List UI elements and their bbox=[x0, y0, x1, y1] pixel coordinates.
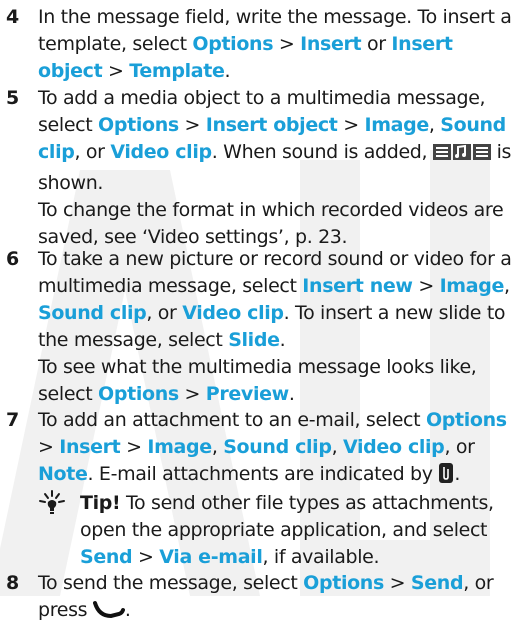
text-run: > bbox=[412, 275, 440, 297]
menu-command: Video clip bbox=[110, 141, 212, 163]
text-run: , or bbox=[146, 302, 183, 324]
step-text: To take a new picture or record sound or… bbox=[38, 246, 514, 408]
text-run: , or bbox=[444, 436, 475, 458]
text-run: To send other file types as attachments,… bbox=[80, 492, 494, 541]
menu-command: Image bbox=[364, 114, 429, 136]
step-number: 6 bbox=[6, 248, 19, 270]
menu-command: Options bbox=[303, 572, 384, 594]
step-number: 7 bbox=[6, 409, 19, 431]
menu-command: Video clip bbox=[182, 302, 284, 324]
menu-command: Template bbox=[129, 60, 225, 82]
text-run: > bbox=[178, 383, 206, 405]
menu-command: Insert new bbox=[302, 275, 413, 297]
tip-icon bbox=[39, 490, 65, 514]
menu-command: Options bbox=[425, 409, 507, 431]
call-key-icon bbox=[92, 600, 125, 628]
menu-command: Options bbox=[98, 114, 179, 136]
menu-command: Insert bbox=[59, 436, 121, 458]
text-run: > bbox=[383, 572, 411, 594]
menu-command: Preview bbox=[205, 383, 289, 405]
text-run: To send the message, select bbox=[38, 572, 304, 594]
menu-command: Insert object bbox=[205, 114, 338, 136]
menu-command: Slide bbox=[228, 329, 280, 351]
step-text: To add an attachment to an e-mail, selec… bbox=[38, 407, 514, 492]
text-run: , or bbox=[74, 141, 111, 163]
menu-command: Sound clip bbox=[223, 436, 332, 458]
text-run: . When sound is added, bbox=[211, 141, 433, 163]
step-text: To add a media object to a multimedia me… bbox=[38, 85, 514, 251]
step-number: 5 bbox=[6, 87, 19, 109]
attachment-icon bbox=[438, 462, 454, 492]
text-run: , if available. bbox=[262, 546, 380, 568]
text-run: > bbox=[38, 436, 60, 458]
menu-command: Image bbox=[147, 436, 212, 458]
menu-command: Options bbox=[192, 33, 274, 55]
text-run: To add an attachment to an e-mail, selec… bbox=[38, 409, 426, 431]
tip-label: Tip! bbox=[80, 492, 121, 514]
text-run: . bbox=[279, 329, 286, 351]
sound-clip-icon bbox=[432, 142, 491, 170]
text-run: . bbox=[454, 463, 461, 485]
text-run: . bbox=[288, 383, 295, 405]
menu-command: Video clip bbox=[343, 436, 445, 458]
menu-command: Note bbox=[38, 463, 88, 485]
menu-command: Via e-mail bbox=[159, 546, 263, 568]
text-run: or bbox=[361, 33, 392, 55]
text-run: , bbox=[331, 436, 343, 458]
text-run: , bbox=[428, 114, 441, 136]
text-run: , bbox=[504, 275, 510, 297]
text-run: To change the format in which recorded v… bbox=[38, 199, 504, 248]
step-number: 4 bbox=[6, 6, 19, 28]
step-text: In the message field, write the message.… bbox=[38, 4, 514, 85]
step-number: 8 bbox=[6, 572, 19, 594]
menu-command: Options bbox=[98, 383, 179, 405]
text-run: > bbox=[132, 546, 160, 568]
text-run: . E-mail attachments are indicated by bbox=[87, 463, 439, 485]
menu-command: Sound clip bbox=[38, 302, 147, 324]
text-run: , bbox=[211, 436, 224, 458]
step-text: To send the message, select Options > Se… bbox=[38, 570, 514, 628]
text-run: > bbox=[273, 33, 301, 55]
tip-text: Tip! To send other file types as attachm… bbox=[80, 490, 514, 571]
menu-command: Send bbox=[410, 572, 464, 594]
text-run: . bbox=[124, 599, 131, 621]
text-run: > bbox=[337, 114, 365, 136]
menu-command: Send bbox=[80, 546, 133, 568]
text-run: . bbox=[224, 60, 231, 82]
text-run: > bbox=[178, 114, 206, 136]
menu-command: Image bbox=[439, 275, 505, 297]
text-run: > bbox=[102, 60, 130, 82]
menu-command: Insert bbox=[300, 33, 362, 55]
text-run: > bbox=[120, 436, 148, 458]
